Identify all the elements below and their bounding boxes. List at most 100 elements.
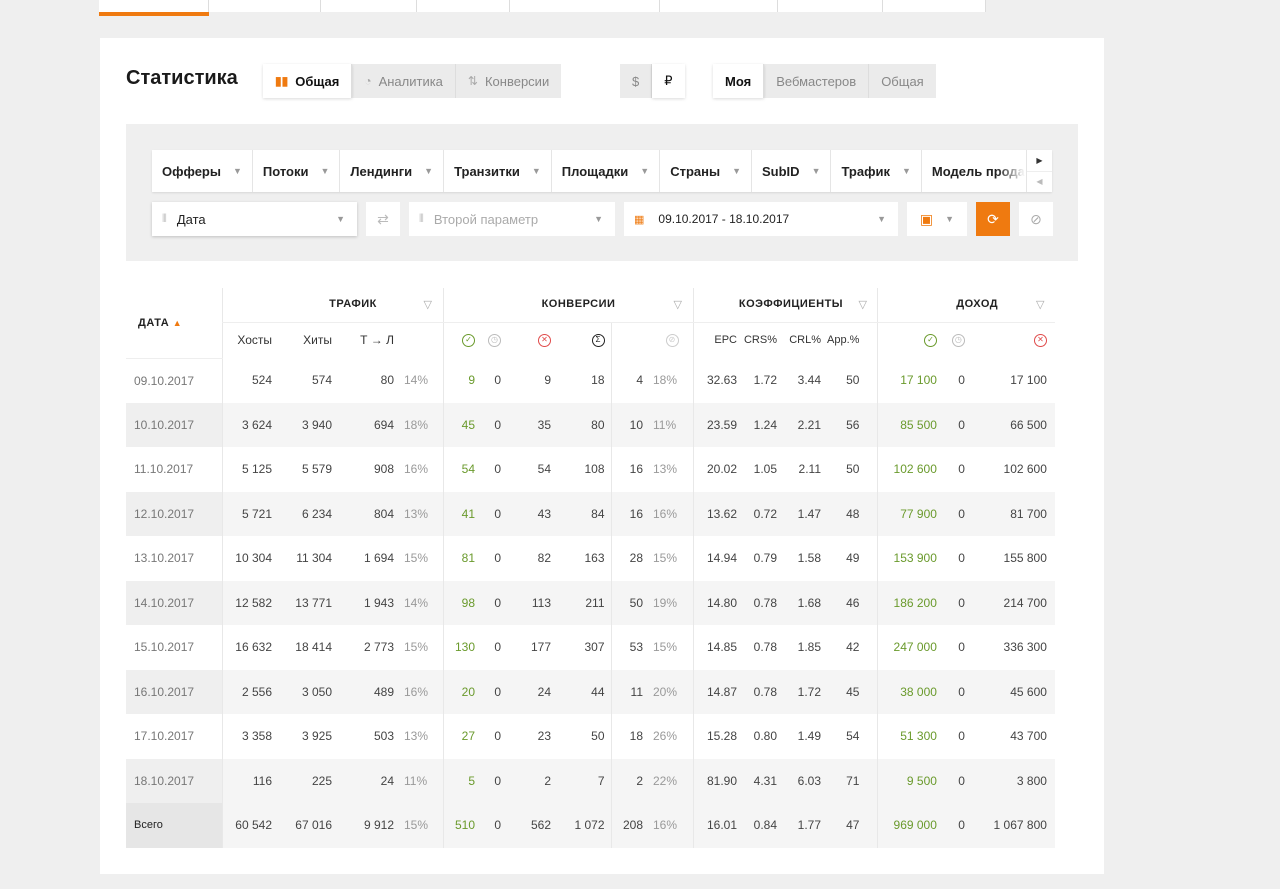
- traffic-group-label: ТРАФИК: [329, 298, 377, 311]
- filter-funnel-icon[interactable]: ▽: [858, 298, 867, 311]
- filter-countries[interactable]: Страны ▼: [660, 150, 752, 192]
- filter-traffic[interactable]: Трафик ▼: [831, 150, 922, 192]
- top-nav-tab-1[interactable]: [99, 0, 209, 12]
- reset-button[interactable]: ⊘: [1019, 202, 1053, 236]
- table-cell: 225: [278, 758, 338, 803]
- table-cell: 574: [278, 358, 338, 403]
- param1-select[interactable]: ⦀ Дата ▼: [152, 202, 357, 236]
- filter-flows[interactable]: Потоки ▼: [253, 150, 341, 192]
- filter-subid[interactable]: SubID ▼: [752, 150, 832, 192]
- table-cell: 54: [442, 447, 481, 492]
- table-cell: 0.78: [743, 669, 783, 714]
- table-cell: 48: [827, 491, 878, 536]
- table-cell: 0: [942, 358, 971, 403]
- top-nav-tab-8[interactable]: [883, 0, 986, 12]
- conversions-group-label: КОНВЕРСИИ: [541, 298, 616, 311]
- table-cell: 4: [611, 358, 649, 403]
- refresh-button[interactable]: ⟳: [976, 202, 1010, 236]
- income-group-header: ДОХОД ▽: [877, 288, 1055, 323]
- table-cell: 41: [442, 491, 481, 536]
- scroll-left-icon[interactable]: ◀: [1027, 170, 1052, 193]
- income-rejected-header[interactable]: ✕: [970, 322, 1055, 358]
- trash-header[interactable]: ⊘: [649, 322, 693, 358]
- hits-header[interactable]: Хиты: [278, 322, 338, 358]
- table-cell: 13%: [649, 447, 693, 492]
- top-nav-tab-6[interactable]: [660, 0, 778, 12]
- table-cell: 45: [442, 402, 481, 447]
- crs-header[interactable]: CRS%: [743, 322, 783, 358]
- tab-analytics[interactable]: ◔ Аналитика: [352, 64, 456, 98]
- table-cell: 13%: [400, 714, 443, 759]
- table-cell: 503: [338, 714, 400, 759]
- table-cell: 1 943: [338, 580, 400, 625]
- tl-header[interactable]: Т → Л: [338, 322, 400, 358]
- table-cell: 163: [557, 536, 612, 581]
- chevron-down-icon: ▼: [732, 166, 741, 176]
- swap-params-button[interactable]: ⇄: [366, 202, 400, 236]
- filter-funnel-icon[interactable]: ▽: [1036, 298, 1045, 311]
- table-cell: 20%: [649, 669, 693, 714]
- filter-landings[interactable]: Лендинги ▼: [340, 150, 445, 192]
- sum-header[interactable]: Σ: [557, 322, 612, 358]
- table-cell: 7: [557, 758, 612, 803]
- param2-select[interactable]: ⦀ Второй параметр ▼: [409, 202, 615, 236]
- approved-header[interactable]: ✓: [442, 322, 481, 358]
- drag-handle-icon[interactable]: ⦀: [162, 213, 167, 226]
- table-cell: 60 542: [221, 803, 278, 848]
- scroll-right-icon[interactable]: ▶: [1027, 150, 1052, 171]
- income-pending-header[interactable]: ◷: [942, 322, 971, 358]
- top-nav-tab-4[interactable]: [417, 0, 510, 12]
- table-cell: 51 300: [877, 714, 943, 759]
- rejected-header[interactable]: ✕: [507, 322, 557, 358]
- check-circle-icon: ✓: [462, 334, 475, 348]
- filter-funnel-icon[interactable]: ▽: [674, 298, 683, 311]
- table-cell: 15%: [400, 803, 443, 848]
- pending-header[interactable]: ◷: [481, 322, 507, 358]
- table-row: 11.10.2017 5 125 5 579 908 16% 54 0 54 108 16 13% 2…: [126, 447, 1055, 492]
- table-cell: 11.10.2017: [126, 447, 222, 492]
- scope-mine[interactable]: Моя: [713, 64, 765, 98]
- save-preset-button[interactable]: ▣ ▼: [907, 202, 967, 236]
- chevron-down-icon: ▼: [531, 166, 541, 176]
- table-cell: 38 000: [877, 669, 943, 714]
- top-nav-tab-5[interactable]: [510, 0, 660, 12]
- hosts-header[interactable]: Хосты: [221, 322, 278, 358]
- tab-conversions[interactable]: ⇅ Конверсии: [456, 64, 561, 98]
- table-cell: 102 600: [970, 447, 1055, 492]
- table-cell: 09.10.2017: [126, 358, 222, 403]
- clock-icon: ◷: [488, 334, 501, 348]
- epc-header[interactable]: EPC: [692, 322, 743, 358]
- tab-analytics-label: Аналитика: [378, 73, 443, 89]
- table-cell: 694: [338, 402, 400, 447]
- top-nav-tab-7[interactable]: [778, 0, 883, 12]
- income-approved-header[interactable]: ✓: [877, 322, 943, 358]
- table-cell: 0: [481, 536, 507, 581]
- table-cell: 18: [611, 714, 649, 759]
- table-cell: 1.77: [783, 803, 827, 848]
- filter-sales-model[interactable]: Модель прода: [921, 150, 1035, 192]
- currency-usd[interactable]: $: [620, 64, 653, 98]
- filter-funnel-icon[interactable]: ▽: [424, 298, 433, 311]
- trash-count-header: [611, 322, 649, 358]
- top-nav-tab-2[interactable]: [209, 0, 321, 12]
- filter-transits[interactable]: Транзитки ▼: [444, 150, 552, 192]
- table-cell: 0: [481, 358, 507, 403]
- table-cell: 46: [827, 580, 878, 625]
- table-cell: 11 304: [278, 536, 338, 581]
- filter-offers-label: Офферы: [162, 163, 221, 179]
- top-nav-tab-3[interactable]: [321, 0, 417, 12]
- app-header[interactable]: App.%: [827, 322, 878, 358]
- tab-general[interactable]: ▮▮ Общая: [263, 64, 353, 98]
- table-cell: 50: [827, 447, 878, 492]
- filter-sites[interactable]: Площадки ▼: [552, 150, 661, 192]
- scope-general[interactable]: Общая: [869, 64, 936, 98]
- date-column-header[interactable]: ДАТА ▲: [126, 288, 222, 359]
- date-range-picker[interactable]: ▦ 09.10.2017 - 18.10.2017 ▼: [624, 202, 898, 236]
- scope-webmasters[interactable]: Вебмастеров: [764, 64, 870, 98]
- crl-header[interactable]: CRL%: [783, 322, 827, 358]
- currency-rub[interactable]: ₽: [652, 64, 685, 98]
- table-cell: 0: [942, 714, 971, 759]
- ratios-group-header: КОЭФФИЦИЕНТЫ ▽: [692, 288, 878, 323]
- drag-handle-icon[interactable]: ⦀: [419, 213, 424, 226]
- filter-offers[interactable]: Офферы ▼: [152, 150, 253, 192]
